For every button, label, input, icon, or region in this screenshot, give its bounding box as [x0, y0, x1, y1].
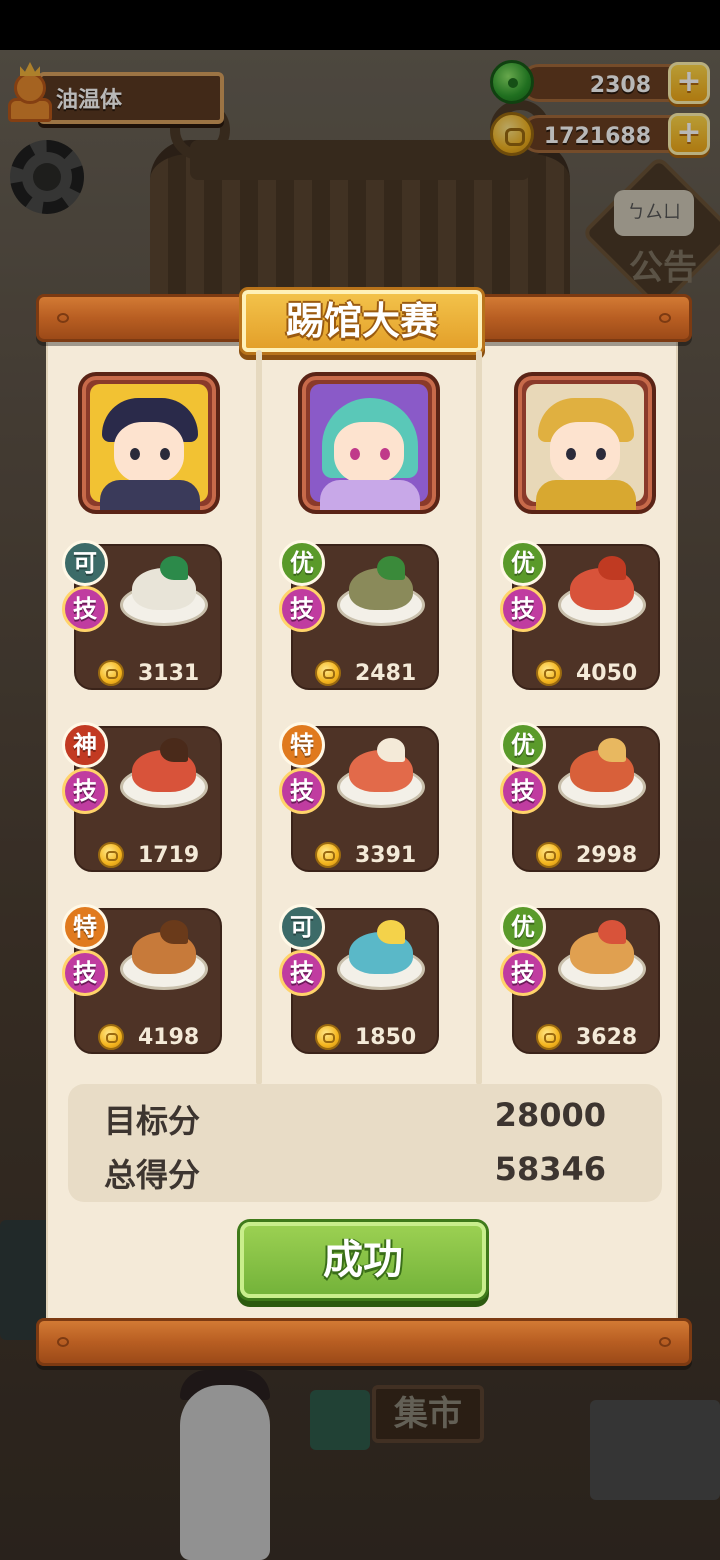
coin-icon [536, 842, 562, 868]
dish-price: 1850 [355, 1025, 417, 1050]
grade-badge: 优 [500, 722, 546, 768]
skill-badge: 技 [279, 768, 325, 814]
dish-card[interactable]: 神 技 1719 [62, 722, 222, 872]
column-divider [256, 350, 262, 1085]
skill-badge: 技 [62, 950, 108, 996]
grade-badge: 可 [279, 904, 325, 950]
dish-price: 1719 [138, 843, 200, 868]
dish-card[interactable]: 可 技 1850 [279, 904, 439, 1054]
dish-price: 2998 [576, 843, 638, 868]
skill-badge: 技 [62, 586, 108, 632]
empress-portrait [514, 372, 656, 514]
coin-icon [536, 660, 562, 686]
grade-badge: 优 [500, 540, 546, 586]
teal-hair-girl-portrait [298, 372, 440, 514]
panel-title: 踢馆大赛 [285, 299, 438, 343]
grade-badge: 神 [62, 722, 108, 768]
dish-icon [558, 554, 646, 630]
scroll-rod-bottom [36, 1318, 692, 1366]
dish-icon [120, 918, 208, 994]
coin-icon [536, 1024, 562, 1050]
dish-icon [337, 918, 425, 994]
skill-badge: 技 [500, 586, 546, 632]
grade-badge: 可 [62, 540, 108, 586]
dish-price: 3131 [138, 661, 200, 686]
status-bar [0, 0, 720, 50]
dish-price: 2481 [355, 661, 417, 686]
dish-icon [337, 554, 425, 630]
dish-card[interactable]: 优 技 2481 [279, 540, 439, 690]
success-button-label: 成功 [323, 1237, 403, 1283]
dish-card[interactable]: 优 技 2998 [500, 722, 660, 872]
coin-icon [315, 660, 341, 686]
target-score-value: 28000 [494, 1096, 606, 1134]
dish-card[interactable]: 优 技 4050 [500, 540, 660, 690]
dish-card[interactable]: 优 技 3628 [500, 904, 660, 1054]
dish-card[interactable]: 特 技 4198 [62, 904, 222, 1054]
dish-price: 4050 [576, 661, 638, 686]
dish-price: 3628 [576, 1025, 638, 1050]
grade-badge: 特 [62, 904, 108, 950]
dish-price: 3391 [355, 843, 417, 868]
grade-badge: 优 [279, 540, 325, 586]
dish-icon [558, 918, 646, 994]
coin-icon [98, 842, 124, 868]
dish-price: 4198 [138, 1025, 200, 1050]
coin-icon [315, 842, 341, 868]
grade-badge: 特 [279, 722, 325, 768]
skill-badge: 技 [279, 586, 325, 632]
total-score-label: 总得分 [104, 1156, 201, 1194]
column-divider [476, 350, 482, 1085]
coin-icon [315, 1024, 341, 1050]
coin-icon [98, 1024, 124, 1050]
dish-icon [120, 736, 208, 812]
official-portrait [78, 372, 220, 514]
grade-badge: 优 [500, 904, 546, 950]
coin-icon [98, 660, 124, 686]
dish-icon [120, 554, 208, 630]
dish-card[interactable]: 可 技 3131 [62, 540, 222, 690]
dish-icon [337, 736, 425, 812]
skill-badge: 技 [500, 768, 546, 814]
skill-badge: 技 [500, 950, 546, 996]
skill-badge: 技 [62, 768, 108, 814]
total-score-value: 58346 [494, 1150, 606, 1188]
target-score-label: 目标分 [104, 1102, 201, 1140]
skill-badge: 技 [279, 950, 325, 996]
dish-icon [558, 736, 646, 812]
dish-card[interactable]: 特 技 3391 [279, 722, 439, 872]
